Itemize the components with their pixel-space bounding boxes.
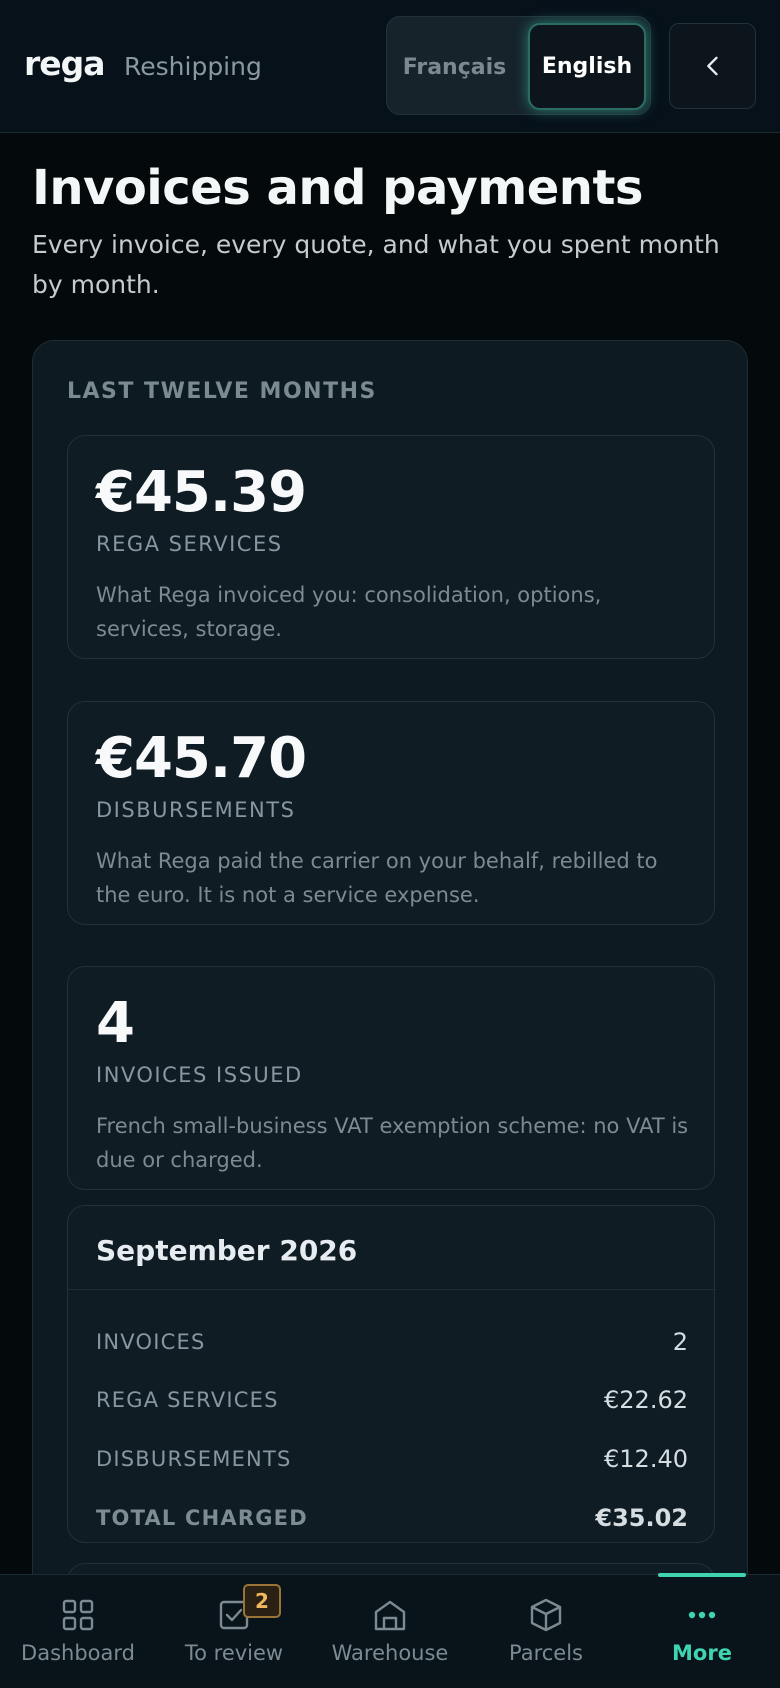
grid-icon [62, 1599, 94, 1631]
stat-value: €45.70 [96, 726, 307, 791]
month-row-rega-services: REGA SERVICES €22.62 [96, 1380, 688, 1420]
nav-item-more[interactable]: More [624, 1575, 780, 1688]
box-icon [530, 1598, 562, 1632]
bottom-navigation: Dashboard To review 2 Warehouse Parcels [0, 1573, 780, 1688]
language-option-french[interactable]: Français [397, 27, 512, 107]
month-title: September 2026 [96, 1234, 358, 1267]
row-value: 2 [672, 1328, 688, 1356]
nav-label: Dashboard [21, 1641, 135, 1665]
warehouse-icon [374, 1600, 406, 1631]
brand-logo[interactable]: rega [24, 44, 106, 83]
nav-label: Parcels [508, 1641, 583, 1665]
back-button[interactable] [669, 23, 756, 109]
nav-item-parcels[interactable]: Parcels [468, 1575, 624, 1688]
stat-card-invoices-issued: 4 INVOICES ISSUED French small-business … [67, 966, 715, 1190]
month-row-total-charged: TOTAL CHARGED €35.02 [96, 1498, 688, 1538]
nav-item-warehouse[interactable]: Warehouse [312, 1575, 468, 1688]
app-screen: rega Reshipping Français English Invoice… [0, 0, 780, 1688]
language-option-english[interactable]: English [528, 23, 646, 110]
month-row-invoices: INVOICES 2 [96, 1322, 688, 1362]
brand-subtitle: Reshipping [124, 52, 262, 81]
month-card-september-2026[interactable]: September 2026 INVOICES 2 REGA SERVICES … [67, 1205, 716, 1543]
stat-value: €45.39 [96, 460, 307, 525]
divider [68, 1289, 716, 1290]
page-title: Invoices and payments [32, 160, 644, 216]
row-label: DISBURSEMENTS [96, 1447, 292, 1471]
stat-card-rega-services: €45.39 REGA SERVICES What Rega invoiced … [67, 435, 715, 659]
stat-description: French small-business VAT exemption sche… [96, 1114, 689, 1172]
stat-card-disbursements: €45.70 DISBURSEMENTS What Rega paid the … [67, 701, 715, 925]
stat-label: REGA SERVICES [96, 532, 283, 556]
stat-value: 4 [96, 991, 135, 1056]
month-row-disbursements: DISBURSEMENTS €12.40 [96, 1439, 688, 1479]
stat-label: INVOICES ISSUED [96, 1063, 303, 1087]
language-switcher: Français English [386, 16, 651, 115]
stat-description: What Rega invoiced you: consolidation, o… [96, 583, 602, 641]
to-review-count-badge: 2 [243, 1584, 281, 1618]
row-label: REGA SERVICES [96, 1388, 279, 1412]
row-label: TOTAL CHARGED [96, 1506, 308, 1530]
panel-title: LAST TWELVE MONTHS [67, 379, 377, 404]
page-subtitle: Every invoice, every quote, and what you… [32, 230, 720, 299]
row-value: €12.40 [604, 1445, 688, 1473]
more-dots-icon [688, 1611, 716, 1619]
top-bar: rega Reshipping Français English [0, 0, 780, 133]
summary-panel: LAST TWELVE MONTHS €45.39 REGA SERVICES … [32, 340, 748, 1688]
stat-description: What Rega paid the carrier on your behal… [96, 849, 658, 907]
chevron-left-icon [706, 56, 718, 76]
nav-item-dashboard[interactable]: Dashboard [0, 1575, 156, 1688]
stat-label: DISBURSEMENTS [96, 798, 296, 822]
nav-label: To review [184, 1641, 284, 1665]
nav-item-to-review[interactable]: To review [156, 1575, 312, 1688]
row-label: INVOICES [96, 1330, 206, 1354]
row-value: €22.62 [604, 1386, 688, 1414]
nav-label: Warehouse [331, 1641, 449, 1665]
row-value: €35.02 [595, 1504, 688, 1532]
nav-label: More [672, 1641, 732, 1665]
